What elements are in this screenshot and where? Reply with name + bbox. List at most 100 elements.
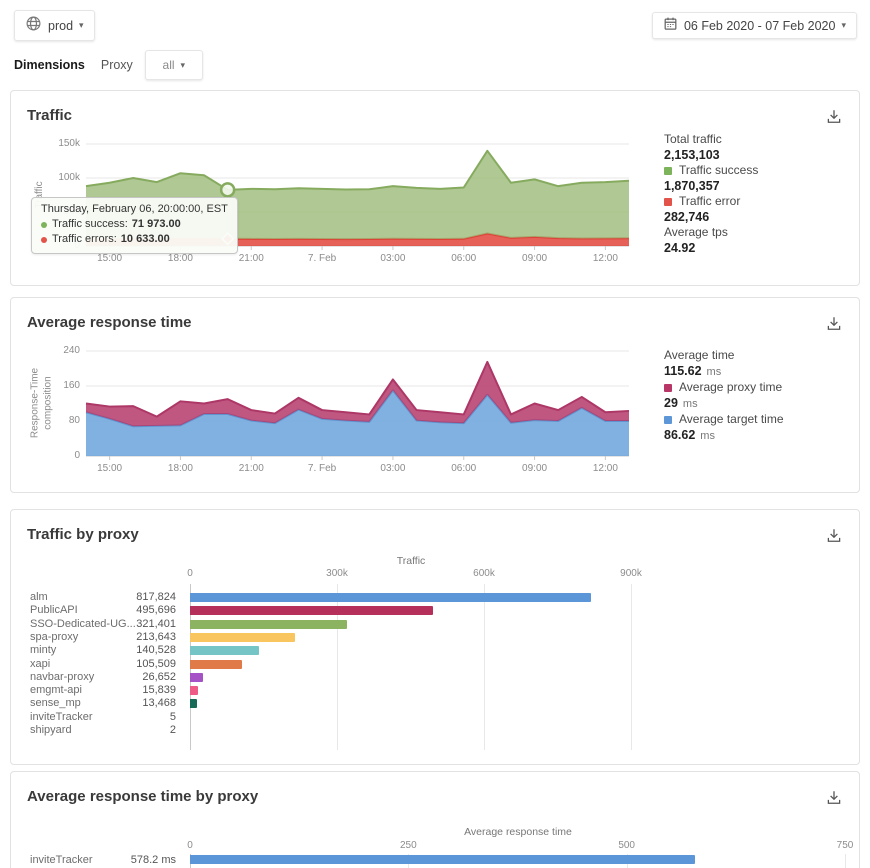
x-axis-tick: 18:00 [152, 463, 208, 474]
bar-row: PublicAPI495,696 [11, 604, 849, 617]
bar [190, 673, 203, 682]
response-time-by-proxy-plot[interactable]: 0 250 500 750 inviteTracker578.2 ms [11, 772, 859, 868]
download-button[interactable] [823, 107, 845, 129]
date-range-picker[interactable]: 06 Feb 2020 - 07 Feb 2020 ▾ [652, 12, 857, 39]
x-axis-tick: 300k [312, 568, 362, 579]
bar-row-value: 140,528 [71, 644, 176, 657]
x-axis-tick: 15:00 [82, 253, 138, 264]
success-dot-icon [41, 222, 47, 228]
chevron-down-icon: ▾ [79, 21, 84, 30]
download-button[interactable] [823, 314, 845, 336]
bar-row: emgmt-api15,839 [11, 684, 849, 697]
bar-row-label: shipyard [30, 724, 72, 737]
response-time-by-proxy-card: Average response time by proxy Average r… [10, 771, 860, 868]
response-time-stats: Average time 115.62ms Average proxy time… [664, 348, 854, 444]
bar-row: spa-proxy213,643 [11, 631, 849, 644]
bar-row-value: 578.2 ms [71, 853, 176, 867]
date-range-label: 06 Feb 2020 - 07 Feb 2020 [684, 19, 836, 33]
x-axis-tick: 09:00 [507, 253, 563, 264]
x-axis-tick: 12:00 [577, 253, 633, 264]
bar-row-value: 15,839 [71, 684, 176, 697]
x-axis-tick: 21:00 [223, 253, 279, 264]
bar-row-label: alm [30, 591, 48, 604]
bar [190, 699, 197, 708]
card-title: Average response time [27, 314, 192, 331]
bar [190, 593, 591, 602]
x-axis-tick: 7. Feb [294, 463, 350, 474]
bar [190, 646, 259, 655]
bar-row-value: 321,401 [71, 618, 176, 631]
bar-row-label: minty [30, 644, 56, 657]
chevron-down-icon: ▾ [181, 61, 186, 70]
x-axis-tick: 500 [602, 840, 652, 851]
bar-row-value: 2 [71, 724, 176, 737]
error-dot-icon [41, 237, 47, 243]
tooltip-title: Thursday, February 06, 20:00:00, EST [41, 203, 228, 215]
card-title: Traffic [27, 107, 72, 124]
response-time-chart-plot[interactable]: 08016024015:0018:0021:007. Feb03:0006:00… [86, 351, 629, 456]
tooltip-row: Traffic success: 71 973.00 [41, 217, 228, 232]
x-axis-tick: 15:00 [82, 463, 138, 474]
x-axis-tick: 600k [459, 568, 509, 579]
bar-row-label: xapi [30, 658, 50, 671]
bar [190, 620, 347, 629]
traffic-by-proxy-plot[interactable]: 0 300k 600k 900k alm 817,824PublicAPI495,696S… [11, 510, 859, 764]
x-axis-tick: 09:00 [507, 463, 563, 474]
bar-row: navbar-proxy26,652 [11, 671, 849, 684]
globe-icon [25, 15, 42, 37]
x-axis-tick: 900k [606, 568, 656, 579]
traffic-by-proxy-card: Traffic by proxy Traffic 0300k600k900kal… [10, 509, 860, 765]
y-axis-title: Response-Time composition [30, 368, 55, 438]
y-axis-tick: 0 [34, 450, 80, 461]
chart-tooltip: Thursday, February 06, 20:00:00, EST Tra… [31, 197, 238, 254]
x-axis-tick: 03:00 [365, 253, 421, 264]
x-axis-tick: 750 [820, 840, 860, 851]
x-axis-tick: 03:00 [365, 463, 421, 474]
error-swatch-icon [664, 198, 672, 206]
bar-row-value: 495,696 [71, 604, 176, 617]
proxy-time-swatch-icon [664, 384, 672, 392]
download-icon [825, 108, 843, 126]
environment-selector[interactable]: prod ▾ [14, 10, 95, 41]
traffic-stats: Total traffic 2,153,103 Traffic success … [664, 132, 854, 256]
success-swatch-icon [664, 167, 672, 175]
proxy-filter-select[interactable]: all ▾ [145, 50, 203, 80]
download-icon [825, 315, 843, 333]
calendar-icon [663, 16, 678, 36]
bar-row: inviteTracker5 [11, 711, 849, 724]
dimensions-label: Dimensions [14, 58, 85, 72]
environment-label: prod [48, 19, 73, 33]
bar-row: shipyard2 [11, 724, 849, 737]
traffic-card: Traffic Traffic 050k100k150k15:0018:0021… [10, 90, 860, 286]
bar-row-value: 105,509 [71, 658, 176, 671]
x-axis-tick: 7. Feb [294, 253, 350, 264]
response-time-card: Average response time Response-Time comp… [10, 297, 860, 493]
chevron-down-icon: ▾ [841, 21, 846, 30]
bar-row-value: 5 [71, 711, 176, 724]
dimension-name: Proxy [101, 58, 133, 72]
tooltip-row: Traffic errors: 10 633.00 [41, 232, 228, 247]
bar-row: sense_mp13,468 [11, 697, 849, 710]
x-axis-tick: 0 [165, 840, 215, 851]
bar [190, 633, 295, 642]
x-axis-tick: 0 [165, 568, 215, 579]
x-axis-tick: 250 [383, 840, 433, 851]
x-axis-tick: 06:00 [436, 253, 492, 264]
proxy-filter-value: all [163, 58, 175, 72]
y-axis-tick: 150k [34, 138, 80, 149]
x-axis-tick: 06:00 [436, 463, 492, 474]
y-axis-tick: 240 [34, 345, 80, 356]
x-axis-tick: 18:00 [152, 253, 208, 264]
bar-row: inviteTracker578.2 ms [11, 853, 849, 867]
bar [190, 686, 198, 695]
bar [190, 660, 242, 669]
filters-bar: Dimensions Proxy all ▾ [14, 50, 203, 80]
bar [190, 606, 433, 615]
bar-row-value: 213,643 [71, 631, 176, 644]
bar-row-value: 26,652 [71, 671, 176, 684]
bar-row: xapi 105,509 [11, 658, 849, 671]
bar-row: minty 140,528 [11, 644, 849, 657]
bar-row-value: 817,824 [71, 591, 176, 604]
bar-row: SSO-Dedicated-UG...321,401 [11, 618, 849, 631]
target-time-swatch-icon [664, 416, 672, 424]
